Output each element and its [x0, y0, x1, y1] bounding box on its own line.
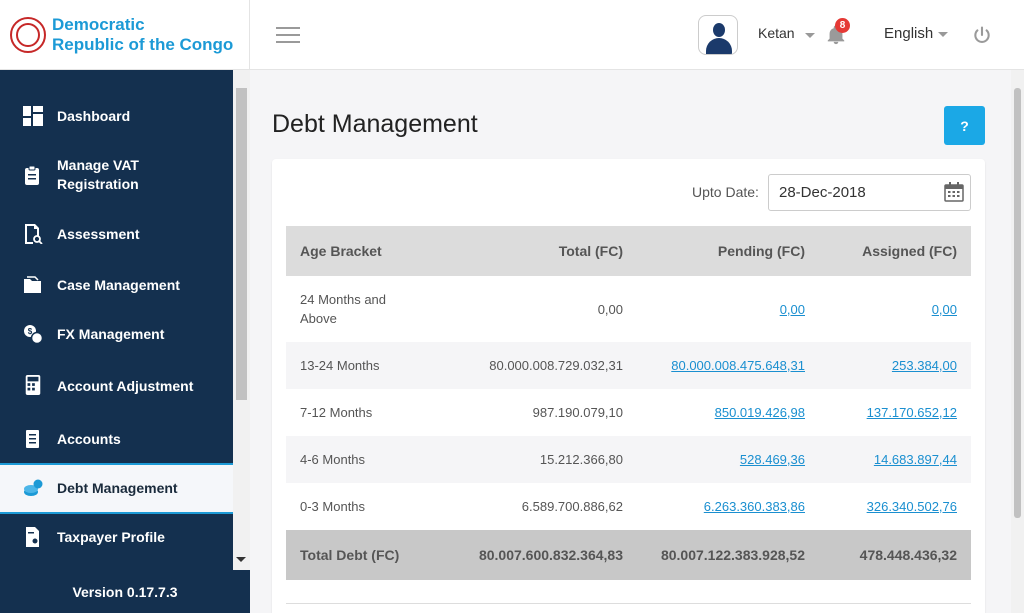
- hamburger-icon[interactable]: [276, 27, 300, 45]
- debt-table: Age Bracket Total (FC) Pending (FC) Assi…: [286, 226, 971, 580]
- clipboard-icon: [25, 165, 39, 185]
- dashboard-icon: [23, 106, 43, 126]
- upto-date-input[interactable]: 28-Dec-2018: [768, 174, 971, 211]
- pending-link[interactable]: 0,00: [780, 302, 805, 317]
- table-row: 7-12 Months 987.190.079,10 850.019.426,9…: [286, 389, 971, 436]
- column-header-age-bracket: Age Bracket: [300, 243, 382, 259]
- svg-text:$: $: [28, 327, 33, 336]
- chevron-down-icon[interactable]: [938, 32, 948, 37]
- calculator-icon: [25, 375, 41, 395]
- sidebar-scroll-thumb[interactable]: [236, 88, 247, 400]
- table-row: 0-3 Months 6.589.700.886,62 6.263.360.38…: [286, 483, 971, 530]
- sidebar-item-debt-management[interactable]: Debt Management: [0, 463, 233, 514]
- assigned-link[interactable]: 0,00: [932, 302, 957, 317]
- chevron-down-icon[interactable]: [805, 33, 815, 38]
- table-row: 4-6 Months 15.212.366,80 528.469,36 14.6…: [286, 436, 971, 483]
- total-debt-assigned: 478.448.436,32: [859, 547, 957, 563]
- profile-document-icon: [26, 527, 39, 547]
- folder-icon: [24, 276, 41, 293]
- version-label: Version 0.17.7.3: [72, 584, 178, 600]
- age-bracket-cell: 4-6 Months: [300, 452, 366, 467]
- divider: [286, 603, 971, 604]
- page-title: Debt Management: [272, 110, 478, 138]
- age-bracket-cell: 24 Months and Above: [300, 292, 387, 326]
- age-bracket-cell: 0-3 Months: [300, 499, 366, 514]
- notification-badge: 8: [835, 18, 850, 33]
- sidebar-item-assessment[interactable]: Assessment: [0, 218, 233, 250]
- total-cell: 0,00: [597, 301, 623, 317]
- table-footer-total: Total Debt (FC) 80.007.600.832.364,83 80…: [286, 530, 971, 580]
- logo-icon: [10, 17, 46, 53]
- page-scroll-thumb[interactable]: [1014, 88, 1021, 518]
- brand-name: Democratic Republic of the Congo: [52, 15, 233, 55]
- sidebar-item-case-management[interactable]: Case Management: [0, 269, 233, 301]
- assigned-link[interactable]: 326.340.502,76: [867, 499, 957, 514]
- column-header-pending: Pending (FC): [717, 243, 805, 259]
- scroll-down-arrow-icon[interactable]: [236, 557, 246, 562]
- table-header: Age Bracket Total (FC) Pending (FC) Assi…: [286, 226, 971, 276]
- total-cell: 6.589.700.886,62: [521, 499, 623, 514]
- total-cell: 80.000.008.729.032,31: [489, 358, 623, 373]
- pending-link[interactable]: 850.019.426,98: [715, 405, 805, 420]
- age-bracket-cell: 13-24 Months: [300, 358, 380, 373]
- brand[interactable]: Democratic Republic of the Congo: [0, 0, 250, 70]
- assigned-link[interactable]: 253.384,00: [892, 358, 957, 373]
- pending-link[interactable]: 528.469,36: [740, 452, 805, 467]
- user-name[interactable]: Ketan: [758, 25, 795, 41]
- power-icon[interactable]: [972, 25, 992, 45]
- assigned-link[interactable]: 137.170.652,12: [867, 405, 957, 420]
- brand-line-2: Republic of the Congo: [52, 35, 234, 54]
- table-row: 13-24 Months 80.000.008.729.032,31 80.00…: [286, 342, 971, 389]
- pending-link[interactable]: 6.263.360.383,86: [704, 499, 805, 514]
- sidebar: Dashboard Manage VAT Registration Assess…: [0, 70, 250, 613]
- table-row: 24 Months and Above 0,00 0,00 0,00: [286, 276, 971, 342]
- total-cell: 987.190.079,10: [532, 405, 623, 420]
- ledger-icon: [26, 430, 39, 448]
- pending-link[interactable]: 80.000.008.475.648,31: [671, 358, 805, 373]
- assigned-link[interactable]: 14.683.897,44: [874, 452, 957, 467]
- calendar-icon[interactable]: [944, 182, 964, 202]
- total-debt-label: Total Debt (FC): [300, 547, 400, 563]
- sidebar-item-account-adjustment[interactable]: Account Adjustment: [0, 370, 233, 402]
- age-bracket-cell: 7-12 Months: [300, 405, 373, 420]
- help-button[interactable]: ?: [944, 106, 985, 145]
- currency-exchange-icon: $: [24, 325, 43, 344]
- sidebar-item-accounts[interactable]: Accounts: [0, 423, 233, 455]
- top-bar: Democratic Republic of the Congo Ketan 8…: [0, 0, 1024, 70]
- sidebar-item-dashboard[interactable]: Dashboard: [0, 100, 233, 132]
- total-debt-total: 80.007.600.832.364,83: [478, 547, 623, 563]
- coins-icon: [24, 479, 43, 496]
- language-selector[interactable]: English: [884, 25, 933, 42]
- document-search-icon: [25, 224, 43, 244]
- upto-date-label: Upto Date:: [692, 184, 759, 200]
- sidebar-item-taxpayer-profile[interactable]: Taxpayer Profile: [0, 521, 233, 553]
- brand-line-1: Democratic: [52, 15, 145, 34]
- total-cell: 15.212.366,80: [539, 452, 623, 467]
- sidebar-item-manage-vat-registration[interactable]: Manage VAT Registration: [0, 153, 233, 197]
- sidebar-item-fx-management[interactable]: $ FX Management: [0, 318, 233, 350]
- avatar[interactable]: [698, 15, 738, 55]
- column-header-assigned: Assigned (FC): [862, 243, 957, 259]
- column-header-total: Total (FC): [558, 243, 623, 259]
- total-debt-pending: 80.007.122.383.928,52: [660, 547, 805, 563]
